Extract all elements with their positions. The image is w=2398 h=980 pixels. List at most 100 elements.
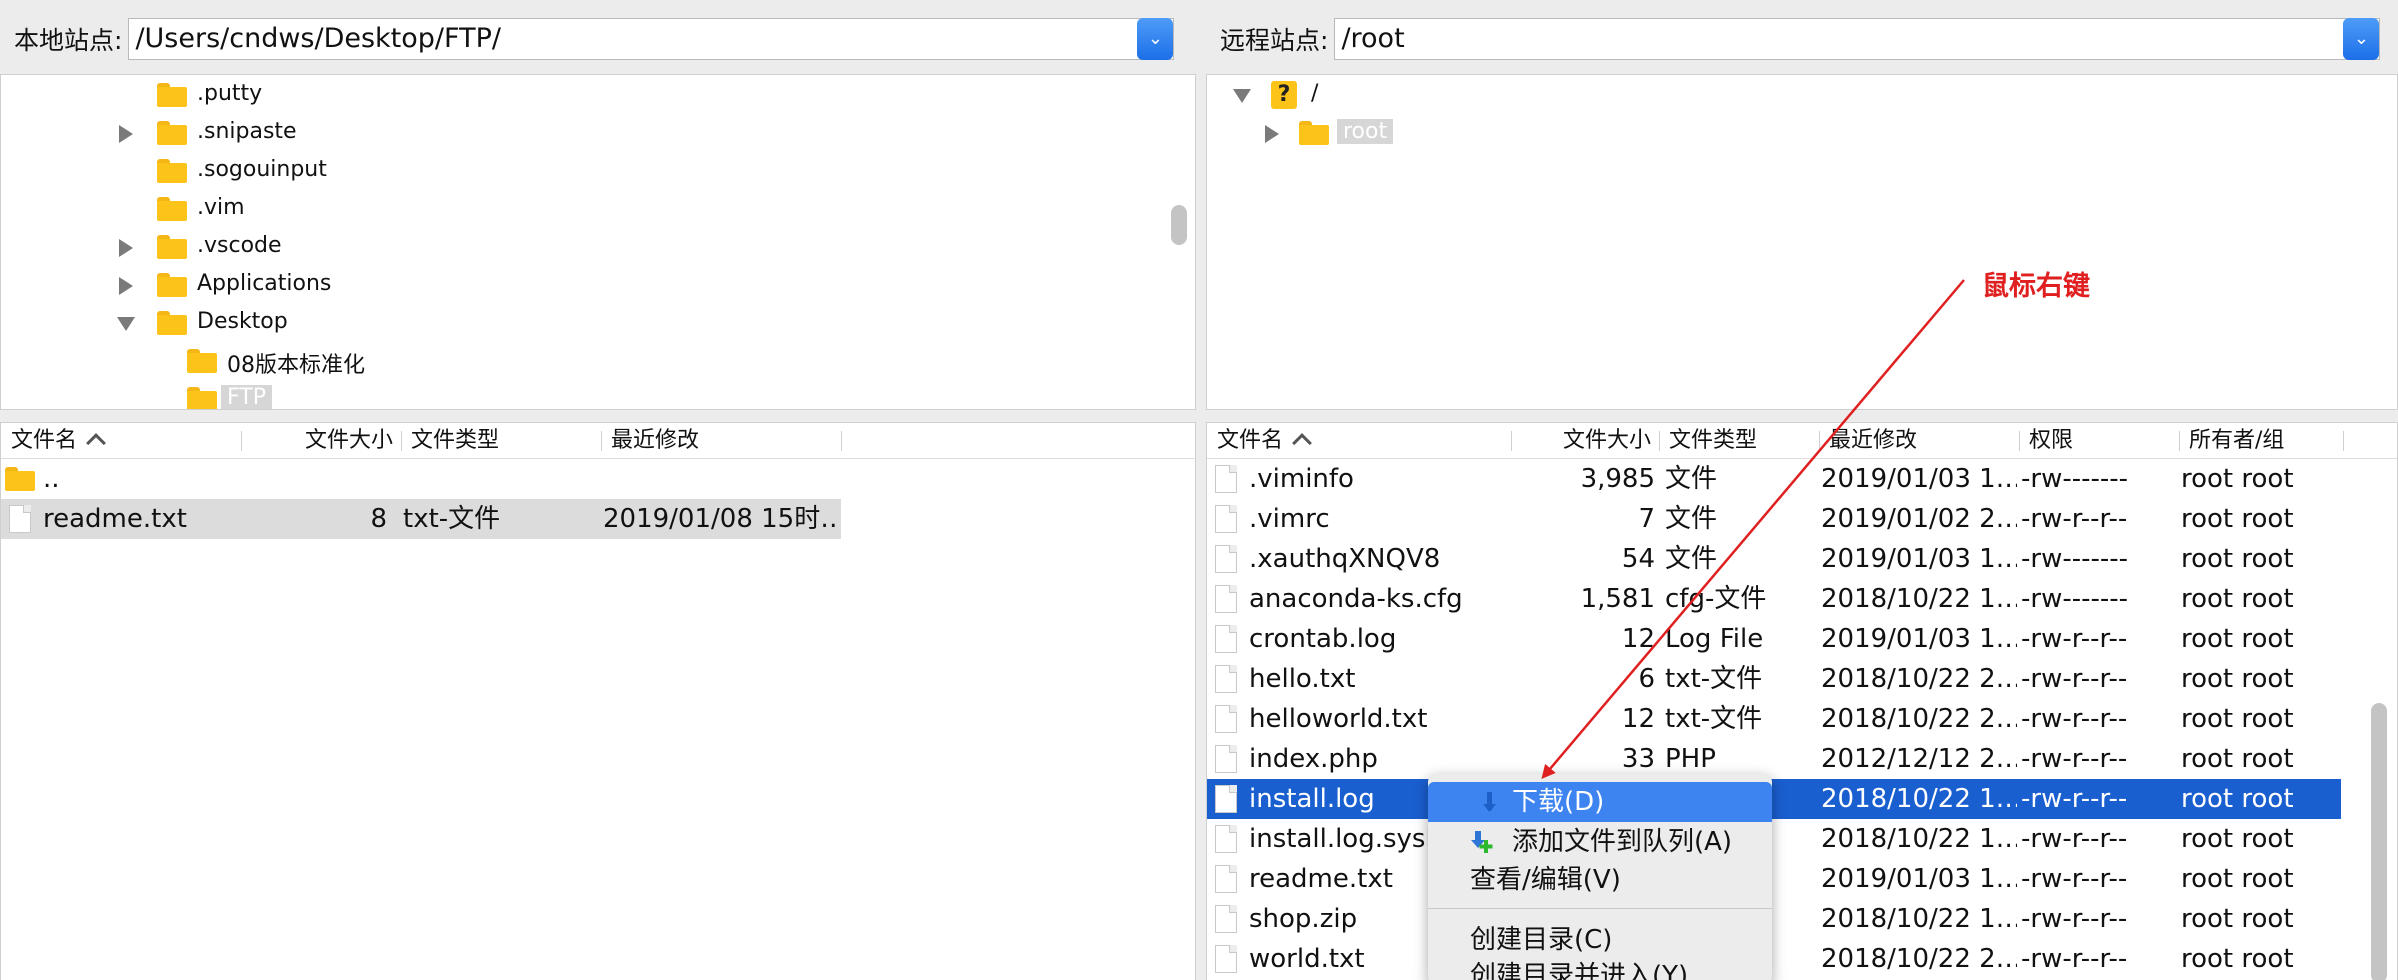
remote-file-row[interactable]: install.log 2018/10/22 1… -rw-r--r-- root r… bbox=[1207, 779, 2341, 819]
local-header-modified[interactable]: 最近修改 bbox=[611, 423, 699, 459]
remote-list-scrollbar[interactable] bbox=[2371, 703, 2387, 980]
cell-modified: 2019/01/08 15时… bbox=[603, 504, 839, 534]
cell-perms: -rw-r--r-- bbox=[2021, 944, 2128, 974]
tree-item-label: 08版本标准化 bbox=[227, 353, 365, 378]
remote-path-dropdown-button[interactable]: ⌄ bbox=[2343, 18, 2380, 60]
menu-item-add-to-queue[interactable]: 添加文件到队列(A) bbox=[1428, 822, 1772, 862]
remote-path-input[interactable]: /root ⌄ bbox=[1334, 18, 2381, 60]
local-header-size[interactable]: 文件大小 bbox=[305, 423, 393, 459]
cell-type: 文件 bbox=[1665, 464, 1718, 494]
remote-list-header: 文件名 文件大小 文件类型 最近修改 权限 所有者/组 bbox=[1207, 423, 2397, 459]
collapse-arrow-icon[interactable] bbox=[117, 317, 135, 331]
local-tree-item[interactable]: FTP bbox=[1, 381, 1161, 409]
menu-item-download[interactable]: 下载(D) bbox=[1428, 782, 1772, 822]
remote-file-row[interactable]: helloworld.txt 12 txt-文件 2018/10/22 2… -rw-r… bbox=[1207, 699, 2341, 739]
local-tree-scrollbar[interactable] bbox=[1171, 205, 1187, 245]
local-file-row[interactable]: .. bbox=[1, 459, 1191, 499]
cell-type: txt-文件 bbox=[403, 504, 501, 534]
cell-perms: -rw-r--r-- bbox=[2021, 504, 2128, 534]
unknown-icon: ? bbox=[1271, 81, 1297, 109]
remote-site-label: 远程站点: bbox=[1220, 26, 1329, 55]
expand-arrow-icon[interactable] bbox=[119, 125, 133, 143]
cell-owner: root root bbox=[2181, 864, 2294, 894]
tree-item-label: .sogouinput bbox=[197, 157, 327, 182]
cell-name: crontab.log bbox=[1249, 624, 1397, 654]
remote-file-row[interactable]: readme.txt 2019/01/03 1… -rw-r--r-- root ro… bbox=[1207, 859, 2341, 899]
folder-icon bbox=[157, 311, 187, 335]
folder-icon bbox=[187, 349, 217, 373]
local-tree-item[interactable]: Applications bbox=[1, 267, 1161, 305]
file-icon bbox=[1215, 865, 1237, 893]
collapse-arrow-icon[interactable] bbox=[1233, 89, 1251, 103]
cell-modified bbox=[603, 459, 839, 499]
local-tree-item[interactable]: .snipaste bbox=[1, 115, 1161, 153]
remote-file-row[interactable]: shop.zipve2018/10/22 1…-rw-r--r--root ro… bbox=[1207, 899, 2341, 939]
local-tree-item[interactable]: 08版本标准化 bbox=[1, 343, 1161, 381]
cell-name: hello.txt bbox=[1249, 664, 1356, 694]
folder-icon bbox=[157, 197, 187, 221]
file-icon bbox=[1215, 945, 1237, 973]
local-tree-item[interactable]: .vim bbox=[1, 191, 1161, 229]
cell-owner: root root bbox=[2181, 584, 2294, 614]
local-path-dropdown-button[interactable]: ⌄ bbox=[1137, 18, 1174, 60]
tree-item-label: .putty bbox=[197, 81, 263, 106]
cell-owner: root root bbox=[2181, 704, 2294, 734]
remote-file-list[interactable]: 文件名 文件大小 文件类型 最近修改 权限 所有者/组 .viminfo 3,98… bbox=[1206, 422, 2398, 980]
remote-header-perms[interactable]: 权限 bbox=[2029, 423, 2073, 459]
file-icon bbox=[1215, 705, 1237, 733]
local-header-name[interactable]: 文件名 bbox=[11, 423, 106, 459]
expand-arrow-icon[interactable] bbox=[119, 239, 133, 257]
local-tree-item[interactable]: .vscode bbox=[1, 229, 1161, 267]
cell-name: .. bbox=[43, 464, 60, 494]
remote-file-row[interactable]: index.php 33 PHP 2012/12/12 2… -rw-r--r-- roo… bbox=[1207, 739, 2341, 779]
remote-file-row[interactable]: .xauthqXNQV8 54 文件 2019/01/03 1… -rw------- r… bbox=[1207, 539, 2341, 579]
local-tree-item[interactable]: .sogouinput bbox=[1, 153, 1161, 191]
local-path-input[interactable]: /Users/cndws/Desktop/FTP/ ⌄ bbox=[128, 18, 1175, 60]
remote-file-row[interactable]: anaconda-ks.cfg 1,581 cfg-文件 2018/10/22 1… -… bbox=[1207, 579, 2341, 619]
local-file-row[interactable]: readme.txt 8 txt-文件 2019/01/08 15时… bbox=[1, 499, 841, 539]
remote-header-modified[interactable]: 最近修改 bbox=[1829, 423, 1917, 459]
menu-item-create-directory[interactable]: 创建目录(C) bbox=[1428, 920, 1772, 960]
menu-item-view-edit[interactable]: 查看/编辑(V) bbox=[1428, 860, 1772, 900]
local-tree-item[interactable]: Desktop bbox=[1, 305, 1161, 343]
expand-arrow-icon[interactable] bbox=[119, 277, 133, 295]
file-icon bbox=[1215, 505, 1237, 533]
cell-owner: root root bbox=[2181, 624, 2294, 654]
cell-owner: root root bbox=[2181, 944, 2294, 974]
cell-modified: 2019/01/03 1… bbox=[1821, 624, 2017, 654]
remote-header-type[interactable]: 文件类型 bbox=[1669, 423, 1757, 459]
remote-file-row[interactable]: .vimrc 7 文件 2019/01/02 2… -rw-r--r-- root roo… bbox=[1207, 499, 2341, 539]
local-file-list[interactable]: 文件名 文件大小 文件类型 最近修改 .. readme.txt 8 txt-文件 20… bbox=[0, 422, 1196, 980]
cell-perms: -rw-r--r-- bbox=[2021, 864, 2128, 894]
menu-item-create-directory-and-enter[interactable]: 创建目录并进入(Y) bbox=[1428, 956, 1772, 980]
cell-modified: 2019/01/03 1… bbox=[1821, 464, 2017, 494]
cell-size: 1,581 bbox=[1580, 584, 1655, 614]
folder-icon bbox=[157, 273, 187, 297]
remote-file-row[interactable]: install.log.syslo件2018/10/22 1…-rw-r--r-… bbox=[1207, 819, 2341, 859]
remote-file-row[interactable]: world.txt 2018/10/22 2… -rw-r--r-- root roo… bbox=[1207, 939, 2341, 979]
remote-file-row[interactable]: hello.txt 6 txt-文件 2018/10/22 2… -rw-r--r-- r… bbox=[1207, 659, 2341, 699]
local-header-type[interactable]: 文件类型 bbox=[411, 423, 499, 459]
remote-file-row[interactable]: crontab.log 12 Log File 2019/01/03 1… -rw-r-… bbox=[1207, 619, 2341, 659]
cell-size bbox=[251, 459, 387, 499]
remote-tree[interactable]: ? / root bbox=[1206, 74, 2398, 410]
menu-separator bbox=[1428, 908, 1772, 909]
remote-file-row[interactable]: .viminfo 3,985 文件 2019/01/03 1… -rw------- ro… bbox=[1207, 459, 2341, 499]
cell-type: txt-文件 bbox=[1665, 664, 1763, 694]
remote-header-size[interactable]: 文件大小 bbox=[1563, 423, 1651, 459]
cell-name: index.php bbox=[1249, 744, 1378, 774]
remote-tree-item[interactable]: root bbox=[1207, 115, 2367, 153]
local-tree[interactable]: .putty .snipaste .sogouinput .vim .vscode App… bbox=[0, 74, 1196, 410]
remote-header-owner[interactable]: 所有者/组 bbox=[2189, 423, 2284, 459]
cell-modified: 2019/01/02 2… bbox=[1821, 504, 2017, 534]
remote-header-name[interactable]: 文件名 bbox=[1217, 423, 1312, 459]
tree-item-label: / bbox=[1311, 81, 1319, 106]
cell-name: helloworld.txt bbox=[1249, 704, 1428, 734]
local-tree-item[interactable]: .putty bbox=[1, 77, 1161, 115]
cell-perms: -rw-r--r-- bbox=[2021, 904, 2128, 934]
expand-arrow-icon[interactable] bbox=[1265, 125, 1279, 143]
remote-tree-item[interactable]: ? / bbox=[1207, 77, 2367, 115]
chevron-down-icon: ⌄ bbox=[2353, 28, 2369, 49]
cell-size: 8 bbox=[370, 504, 387, 534]
cell-modified: 2019/01/03 1… bbox=[1821, 864, 2017, 894]
